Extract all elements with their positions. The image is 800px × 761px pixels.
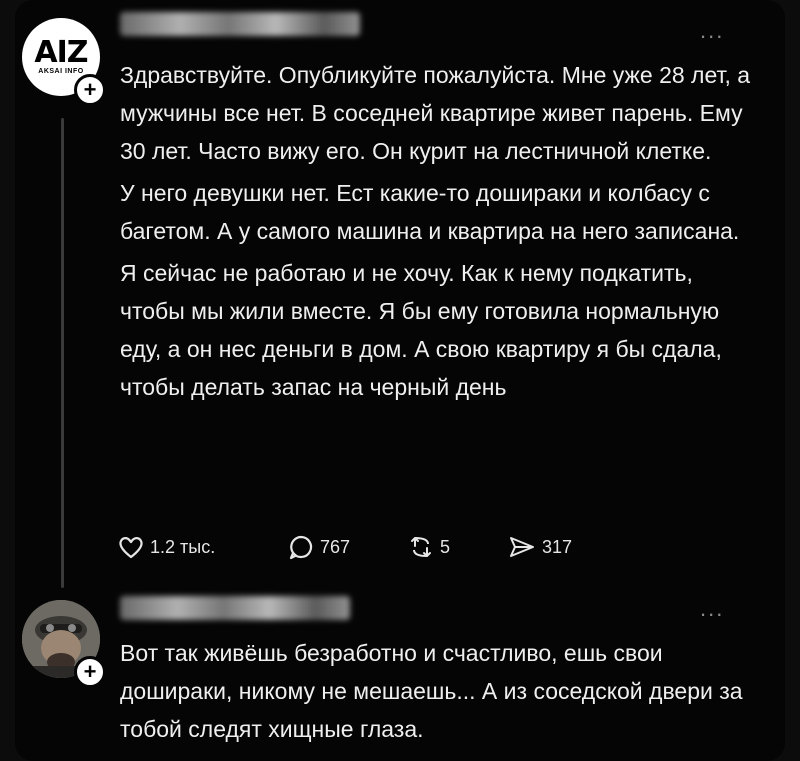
heart-icon <box>119 537 143 559</box>
more-icon[interactable]: ... <box>700 18 724 44</box>
like-count: 1.2 тыс. <box>150 536 216 557</box>
share-icon <box>510 537 534 557</box>
username-blurred[interactable] <box>120 596 350 620</box>
share-button[interactable]: 317 <box>508 535 572 559</box>
reply-paragraph: Вот так живёшь безработно и счастливо, е… <box>120 640 743 742</box>
post-paragraph: Я сейчас не работаю и не хочу. Как к нем… <box>120 260 722 400</box>
more-icon[interactable]: ... <box>700 596 724 622</box>
comment-icon <box>289 535 313 560</box>
post-text: Здравствуйте. Опубликуйте пожалуйста. Мн… <box>120 56 760 410</box>
comment-count: 767 <box>320 536 351 557</box>
thread-line <box>61 118 64 588</box>
post-actions: 1.2 тыс. 767 5 317 <box>118 530 572 564</box>
like-button[interactable]: 1.2 тыс. <box>118 535 288 559</box>
post: AIZ AKSAI INFO + ... Здравствуйте. Опубл… <box>0 0 800 590</box>
comment-button[interactable]: 767 <box>288 534 408 560</box>
username-blurred[interactable] <box>120 12 360 36</box>
repost-button[interactable]: 5 <box>408 534 508 560</box>
avatar-logo: AIZ <box>34 35 88 70</box>
follow-plus-icon[interactable]: + <box>74 656 106 688</box>
post-paragraph: У него девушки нет. Ест какие-то доширaк… <box>120 180 740 244</box>
share-count: 317 <box>542 536 573 557</box>
follow-plus-icon[interactable]: + <box>74 74 106 106</box>
post-paragraph: Здравствуйте. Опубликуйте пожалуйста. Мн… <box>120 62 751 164</box>
reply-text: Вот так живёшь безработно и счастливо, е… <box>120 634 760 752</box>
repost-count: 5 <box>440 536 451 557</box>
reply-post: + ... Вот так живёшь безработно и счастл… <box>0 590 800 761</box>
repost-icon <box>411 537 431 557</box>
